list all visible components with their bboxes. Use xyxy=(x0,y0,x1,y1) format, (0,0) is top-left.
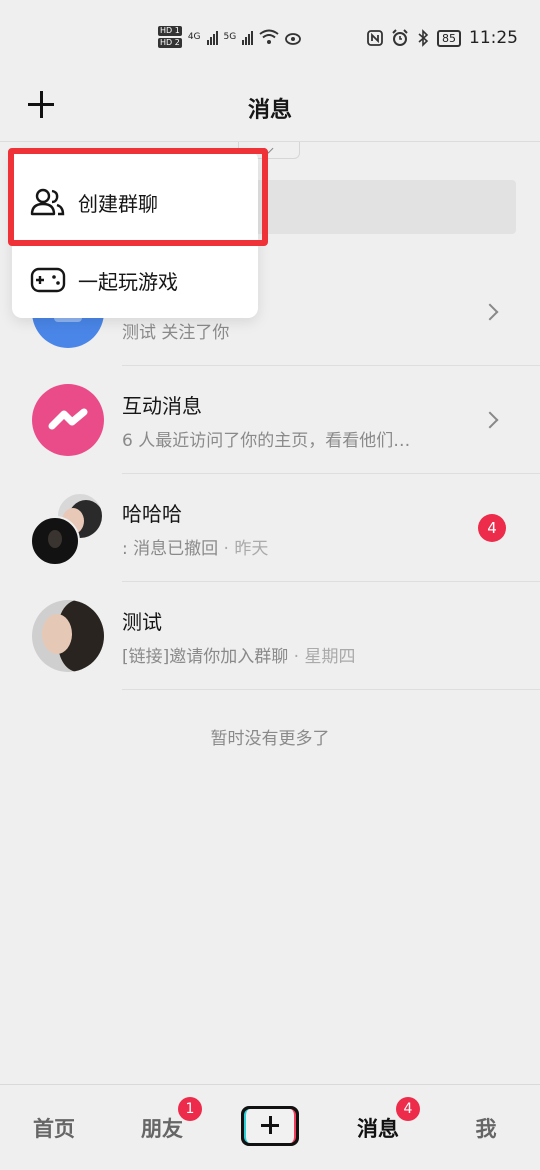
page-title: 消息 xyxy=(247,98,292,123)
chevron-right-icon xyxy=(481,411,499,429)
signal-icon-2 xyxy=(242,29,254,45)
highlight-box xyxy=(8,148,268,246)
hd2-label: HD 2 xyxy=(158,38,182,48)
interaction-icon xyxy=(48,408,88,430)
list-item-subtitle: 测试 关注了你 xyxy=(122,323,230,343)
subtitle-text: [链接]邀请你加入群聊 xyxy=(122,647,289,667)
unread-badge: 4 xyxy=(478,514,506,542)
chat-avatar xyxy=(32,600,104,672)
list-item-subtitle: : 消息已撤回 · 昨天 xyxy=(122,534,268,559)
network-4g-label: 4G xyxy=(187,32,201,42)
status-right: 85 11:25 xyxy=(367,28,518,48)
list-item-title: 哈哈哈 xyxy=(122,502,182,526)
chevron-right-icon xyxy=(481,303,499,321)
list-item-chat[interactable]: 测试 [链接]邀请你加入群聊 · 星期四 xyxy=(0,582,540,690)
header: 消息 xyxy=(0,80,540,142)
network-5g-label: 5G xyxy=(223,32,237,42)
interaction-avatar xyxy=(32,384,104,456)
publish-plus-button[interactable] xyxy=(241,1106,299,1146)
list-item-subtitle: 6 人最近访问了你的主页，看看他们… xyxy=(122,431,411,451)
hd1-label: HD 1 xyxy=(158,26,182,36)
list-item-interaction[interactable]: 互动消息 6 人最近访问了你的主页，看看他们… xyxy=(0,366,540,474)
timestamp: · 星期四 xyxy=(293,647,356,667)
bluetooth-icon xyxy=(418,29,429,47)
menu-item-play-game[interactable]: 一起玩游戏 xyxy=(12,242,258,318)
battery-indicator: 85 xyxy=(437,29,461,47)
list-item-group[interactable]: 哈哈哈 : 消息已撤回 · 昨天 4 xyxy=(0,474,540,582)
group-avatar-front xyxy=(30,516,80,566)
nav-home[interactable]: 首页 xyxy=(19,1113,89,1143)
hd-indicator: HD 1 HD 2 xyxy=(158,26,182,48)
menu-item-label: 一起玩游戏 xyxy=(78,269,178,294)
nfc-icon xyxy=(367,30,383,46)
plus-icon xyxy=(244,1109,296,1143)
weibo-icon xyxy=(285,33,302,45)
no-more-text: 暂时没有更多了 xyxy=(210,729,330,749)
list-item-subtitle: [链接]邀请你加入群聊 · 星期四 xyxy=(122,642,355,667)
divider xyxy=(122,689,540,690)
nav-me[interactable]: 我 xyxy=(451,1113,521,1143)
friends-badge: 1 xyxy=(178,1097,202,1121)
alarm-icon xyxy=(392,29,408,46)
wifi-icon xyxy=(259,29,279,44)
messages-badge: 4 xyxy=(396,1097,420,1121)
list-item-title: 测试 xyxy=(122,610,162,634)
list-item-title: 互动消息 xyxy=(122,394,202,418)
status-left: HD 1 HD 2 4G 5G xyxy=(158,26,303,48)
subtitle-text: : 消息已撤回 xyxy=(122,539,219,559)
timestamp: · 昨天 xyxy=(223,539,269,559)
clock: 11:25 xyxy=(469,28,518,48)
signal-icon xyxy=(206,29,218,45)
status-bar: HD 1 HD 2 4G 5G 85 11:25 xyxy=(0,0,540,80)
search-bar[interactable] xyxy=(240,180,516,234)
gamepad-icon xyxy=(30,267,66,293)
